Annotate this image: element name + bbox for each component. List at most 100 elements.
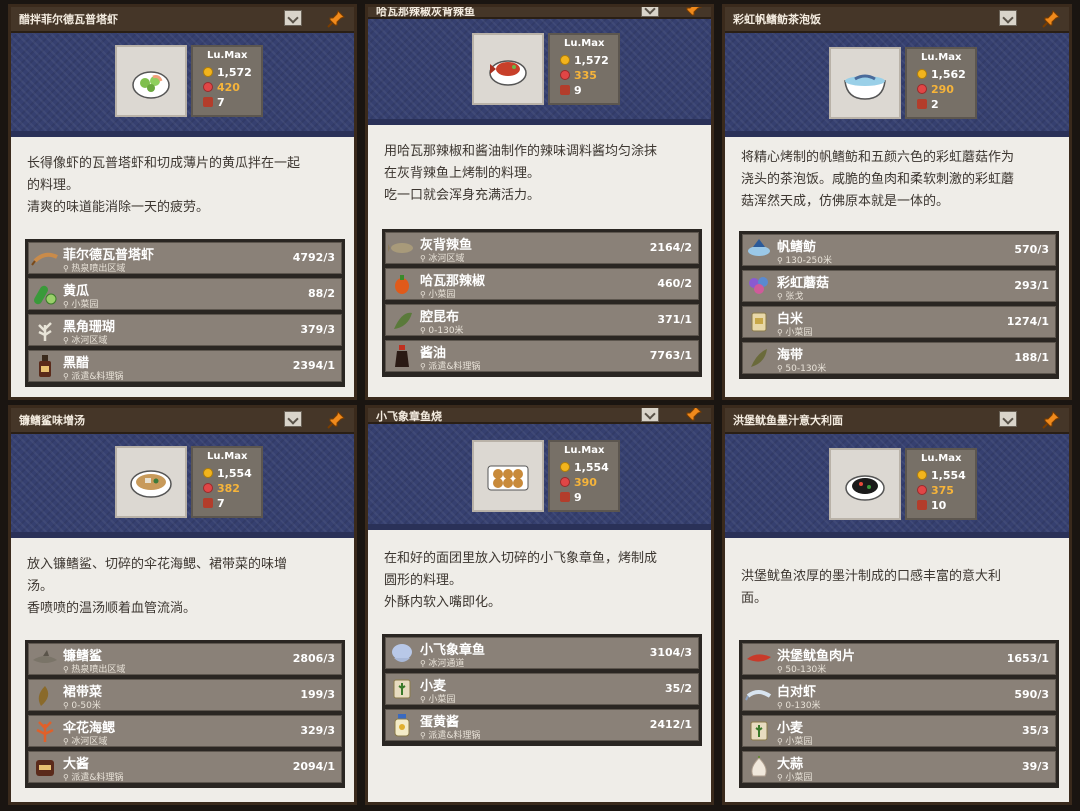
recipe-description: 将精心烤制的帆鳍鲂和五颜六色的彩虹蘑菇作为 浇头的茶泡饭。咸脆的鱼肉和柔软刺激的… (741, 150, 1015, 209)
ingredient-count: 590/3 (1014, 688, 1049, 701)
ingredient-row[interactable]: 黑角珊瑚 冰河区域 379/3 (28, 314, 342, 346)
pepper-icon (395, 275, 409, 294)
ingredient-location: 派遣&料理锅 (420, 359, 480, 372)
dish-image-frame (472, 33, 544, 105)
recipe-description: 长得像虾的瓦普塔虾和切成薄片的黄瓜拌在一起 的料理。 清爽的味道能消除一天的疲劳… (27, 156, 301, 215)
recipe-card-2: 哈瓦那辣椒灰背辣鱼 Lu.Max 1,572 335 9 用哈瓦那辣椒和酱油制作… (365, 4, 714, 400)
pin-icon[interactable] (1041, 410, 1061, 430)
ingredient-count: 2094/1 (292, 760, 335, 773)
recipe-description: 放入镰鳍鲨、切碎的伞花海鳃、裙带菜的味增 汤。 香喷喷的温汤顺着血管流淌。 (27, 557, 288, 616)
ingredient-list: 小飞象章鱼 冰河通道 3104/3 小麦 小菜园 35/2 蛋黄酱 派遣&料理锅… (382, 634, 702, 746)
ingredient-row[interactable]: 白对虾 0-130米 590/3 (742, 679, 1056, 711)
ingredient-row[interactable]: 酱油 派遣&料理锅 7763/1 (385, 340, 699, 372)
ingredient-row[interactable]: 帆鳍鲂 130-250米 570/3 (742, 234, 1056, 266)
ingredient-row[interactable]: 海带 50-130米 188/1 (742, 342, 1056, 374)
ingredient-list: 洪堡鱿鱼肉片 50-130米 1653/1 白对虾 0-130米 590/3 小… (739, 640, 1059, 788)
ingredient-row[interactable]: 哈瓦那辣椒 小菜园 460/2 (385, 268, 699, 300)
collapse-icon[interactable] (284, 10, 302, 26)
pin-icon[interactable] (683, 4, 703, 19)
flavor-icon (917, 84, 927, 94)
rice-icon (751, 312, 767, 332)
level-label: Lu.Max (921, 52, 962, 63)
dish-stats: Lu.Max 1,562 290 2 (905, 47, 977, 119)
ingredient-row[interactable]: 伞花海鳃 冰河区域 329/3 (28, 715, 342, 747)
ingredient-list: 镰鳍鲨 热泉喷出区域 2806/3 裙带菜 0-50米 199/3 伞花海鳃 冰… (25, 640, 345, 788)
ingredient-row[interactable]: 洪堡鱿鱼肉片 50-130米 1653/1 (742, 643, 1056, 675)
price-value: 1,554 (574, 461, 609, 474)
cucumber-icon (34, 285, 57, 305)
recipe-title: 洪堡鱿鱼墨汁意大利面 (733, 414, 843, 427)
ingredient-location: 0-130米 (777, 698, 820, 711)
recipe-title: 镰鳍鲨味增汤 (19, 414, 85, 427)
ingredient-location: 小菜园 (777, 734, 812, 747)
ingredient-list: 灰背辣鱼 冰河区域 2164/2 哈瓦那辣椒 小菜园 460/2 腔昆布 0-1… (382, 229, 702, 377)
card-header: 醋拌菲尔德瓦普塔虾 (11, 7, 354, 33)
ingredient-row[interactable]: 小麦 小菜园 35/3 (742, 715, 1056, 747)
pin-icon[interactable] (1041, 9, 1061, 29)
ingredient-row[interactable]: 灰背辣鱼 冰河区域 2164/2 (385, 232, 699, 264)
ingredient-row[interactable]: 蛋黄酱 派遣&料理锅 2412/1 (385, 709, 699, 741)
cost-icon (917, 500, 927, 510)
vinegar-icon (39, 355, 51, 377)
ingredient-location: 派遣&料理锅 (63, 369, 123, 382)
ingredient-row[interactable]: 黑醋 派遣&料理锅 2394/1 (28, 350, 342, 382)
ingredient-row[interactable]: 小飞象章鱼 冰河通道 3104/3 (385, 637, 699, 669)
pin-icon[interactable] (683, 405, 703, 424)
fish-icon (388, 243, 413, 253)
ingredient-count: 188/1 (1014, 351, 1049, 364)
ingredient-row[interactable]: 白米 小菜园 1274/1 (742, 306, 1056, 338)
coin-icon (203, 67, 213, 77)
collapse-icon[interactable] (641, 408, 659, 422)
ingredient-row[interactable]: 彩虹蘑菇 张戈 293/1 (742, 270, 1056, 302)
ingredient-location: 小菜园 (420, 692, 455, 705)
ingredient-count: 379/3 (300, 323, 335, 336)
dish-stats: Lu.Max 1,572 420 7 (191, 45, 263, 117)
ingredient-location: 50-130米 (777, 361, 826, 374)
ingredient-row[interactable]: 裙带菜 0-50米 199/3 (28, 679, 342, 711)
ingredient-row[interactable]: 镰鳍鲨 热泉喷出区域 2806/3 (28, 643, 342, 675)
price-value: 1,572 (217, 66, 252, 79)
ingredient-count: 293/1 (1014, 279, 1049, 292)
collapse-icon[interactable] (999, 411, 1017, 427)
level-label: Lu.Max (921, 453, 962, 464)
squid-icon (747, 654, 771, 662)
cost-value: 9 (574, 84, 582, 97)
pin-icon[interactable] (326, 410, 346, 430)
ingredient-count: 3104/3 (649, 646, 692, 659)
collapse-icon[interactable] (999, 10, 1017, 26)
white-shrimp-icon (745, 690, 772, 701)
ingredient-row[interactable]: 腔昆布 0-130米 371/1 (385, 304, 699, 336)
ingredient-row[interactable]: 菲尔德瓦普塔虾 热泉喷出区域 4792/3 (28, 242, 342, 274)
ingredient-count: 2412/1 (649, 718, 692, 731)
ingredient-row[interactable]: 大蒜 小菜园 39/3 (742, 751, 1056, 783)
ingredient-row[interactable]: 黄瓜 小菜园 88/2 (28, 278, 342, 310)
cost-value: 7 (217, 497, 225, 510)
mayonnaise-icon (394, 714, 410, 737)
coin-icon (560, 462, 570, 472)
ingredient-row[interactable]: 大酱 派遣&料理锅 2094/1 (28, 751, 342, 783)
cost-icon (203, 498, 213, 508)
ingredient-list: 菲尔德瓦普塔虾 热泉喷出区域 4792/3 黄瓜 小菜园 88/2 黑角珊瑚 冰… (25, 239, 345, 387)
takoyaki-icon (487, 465, 529, 491)
dish-stats: Lu.Max 1,572 335 9 (548, 33, 620, 105)
cost-icon (560, 85, 570, 95)
card-header: 镰鳍鲨味增汤 (11, 408, 354, 434)
ingredient-count: 4792/3 (292, 251, 335, 264)
flavor-value: 335 (574, 69, 597, 82)
collapse-icon[interactable] (284, 411, 302, 427)
kelp-icon (394, 312, 412, 329)
level-label: Lu.Max (564, 38, 605, 49)
ingredient-count: 199/3 (300, 688, 335, 701)
soy-sauce-icon (395, 345, 409, 367)
ingredient-count: 35/3 (1022, 724, 1049, 737)
recipe-card-1: 醋拌菲尔德瓦普塔虾 Lu.Max 1,572 420 7 长得像虾的瓦普塔虾和切… (8, 4, 357, 400)
cost-value: 9 (574, 491, 582, 504)
ingredient-row[interactable]: 小麦 小菜园 35/2 (385, 673, 699, 705)
collapse-icon[interactable] (641, 7, 659, 17)
cost-icon (203, 97, 213, 107)
coin-icon (203, 468, 213, 478)
card-header: 洪堡鱿鱼墨汁意大利面 (725, 408, 1069, 434)
pin-icon[interactable] (326, 9, 346, 29)
ingredient-count: 2806/3 (292, 652, 335, 665)
ingredient-location: 50-130米 (777, 662, 826, 675)
